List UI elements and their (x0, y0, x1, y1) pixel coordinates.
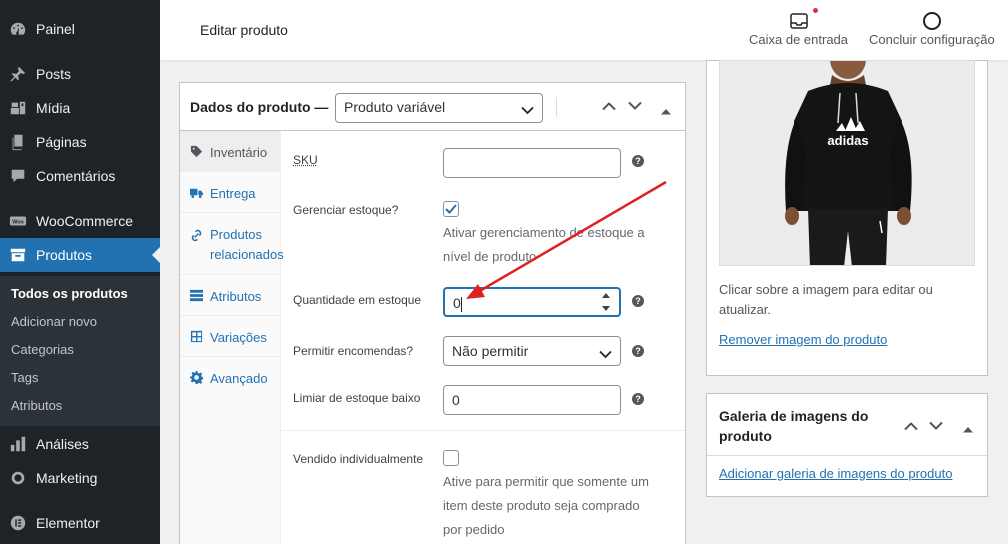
move-up-icon[interactable] (904, 418, 918, 436)
product-image-box: adidas Clicar sobre a imagem para editar… (706, 60, 988, 376)
remove-image-link[interactable]: Remover imagem do produto (719, 332, 887, 347)
add-gallery-link[interactable]: Adicionar galeria de imagens do produto (719, 466, 952, 481)
product-photo-hoodie: adidas (720, 61, 974, 265)
product-image[interactable]: adidas (719, 60, 975, 266)
image-hint: Clicar sobre a imagem para editar ou atu… (719, 282, 933, 317)
collapse-toggle-icon[interactable] (963, 420, 973, 438)
product-gallery-box: Galeria de imagens do produto Adicionar … (706, 393, 988, 497)
move-down-icon[interactable] (929, 418, 943, 436)
hoodie-logo-text: adidas (827, 133, 868, 148)
gallery-title: Galeria de imagens do produto (719, 408, 869, 444)
gallery-divider (707, 455, 987, 456)
